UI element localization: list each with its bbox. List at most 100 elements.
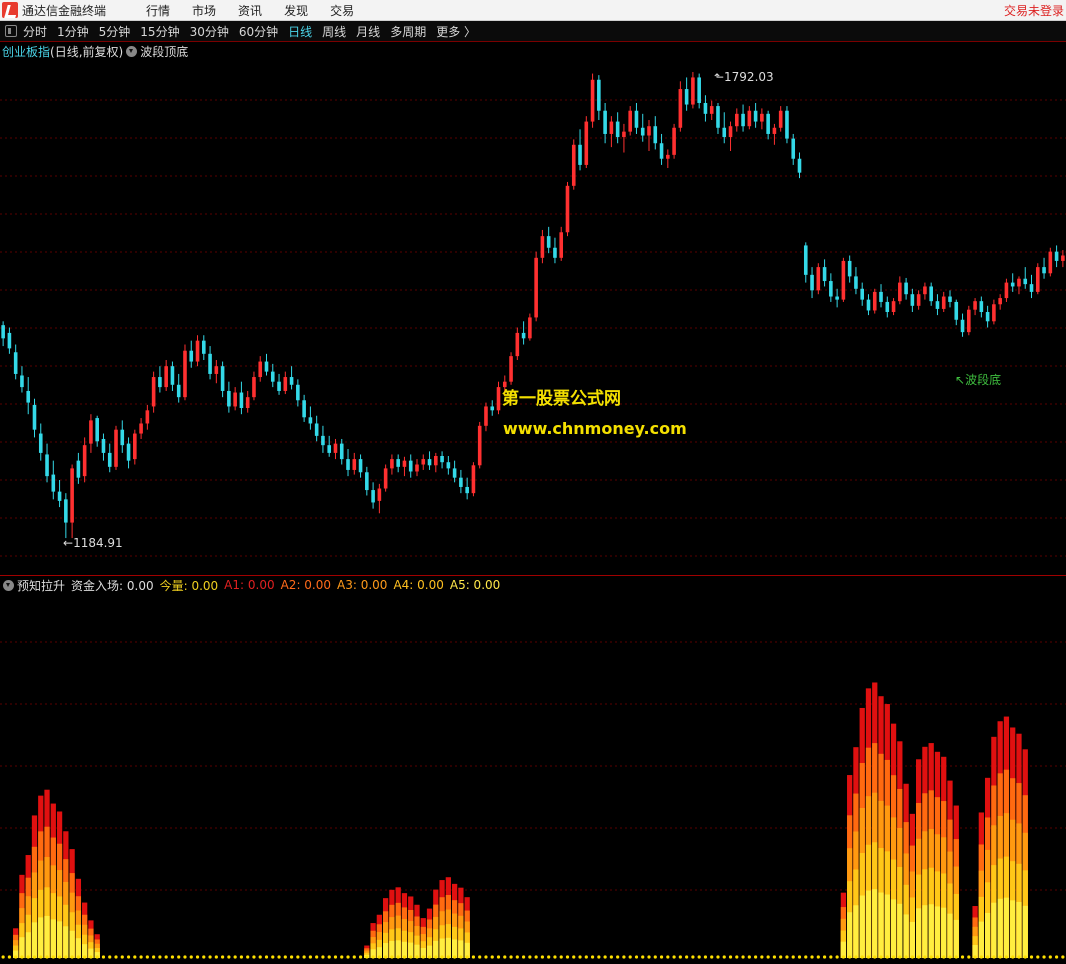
baseline-dot (992, 955, 996, 959)
candle (948, 290, 952, 308)
baseline-dot (39, 955, 43, 959)
volume-column (233, 955, 237, 959)
candle-body (189, 350, 194, 362)
volume-column (420, 918, 426, 959)
volume-column (408, 896, 414, 959)
baseline-dot (766, 955, 770, 959)
menu-discover[interactable]: 发现 (284, 2, 308, 19)
volume-segment (75, 938, 82, 958)
candle-body (201, 340, 206, 354)
sub-indicator-dropdown-icon[interactable] (3, 579, 14, 591)
candle-body (741, 113, 745, 127)
menu-quotes[interactable]: 行情 (146, 2, 170, 19)
baseline-dot (195, 955, 200, 959)
volume-segment (941, 907, 947, 958)
candle-body (847, 260, 852, 277)
candle-body (622, 131, 626, 138)
panel-toggle-icon[interactable] (5, 25, 17, 37)
baseline-dot (923, 955, 927, 959)
period-60min[interactable]: 60分钟 (239, 23, 278, 40)
sub-indicator-canvas[interactable] (0, 576, 1066, 964)
sub-indicator-chart[interactable]: 预知拉升 资金入场: 0.00 今量: 0.00 A1: 0.00 A2: 0.00 A… (0, 576, 1066, 964)
candle (1042, 257, 1046, 279)
volume-column (1048, 955, 1052, 959)
volume-segment (878, 892, 884, 958)
candle-body (365, 472, 369, 491)
candle-body (521, 332, 526, 339)
volume-column (978, 812, 984, 959)
volume-column (376, 914, 383, 959)
sub-field-0: 资金入场: 0.00 (71, 578, 154, 593)
baseline-dot (83, 955, 87, 959)
main-chart-legend: 创业板指 (日线,前复权) 波段顶底 (0, 42, 188, 60)
candle (810, 267, 814, 299)
baseline-dot (277, 955, 281, 959)
candle (603, 102, 607, 144)
main-kline-chart[interactable]: 创业板指 (日线,前复权) 波段顶底 ⬑1792.03 ←1184.91 ↖波段… (0, 42, 1066, 576)
index-title[interactable]: 创业板指 (2, 43, 50, 60)
period-daily[interactable]: 日线 (288, 23, 312, 40)
volume-column (321, 955, 325, 959)
candle (553, 237, 557, 264)
period-monthly[interactable]: 月线 (356, 23, 380, 40)
period-15min[interactable]: 15分钟 (140, 23, 179, 40)
volume-segment (1016, 901, 1022, 958)
candle (684, 77, 689, 111)
candle-body (941, 296, 946, 309)
candle (459, 469, 463, 494)
candle-body (377, 488, 382, 501)
volume-column (997, 721, 1003, 959)
volume-column (7, 955, 12, 959)
indicator-dropdown-icon[interactable] (126, 45, 138, 57)
candle-body (446, 462, 451, 469)
volume-column (559, 955, 563, 959)
baseline-dot (879, 955, 883, 959)
baseline-dot (496, 955, 501, 959)
volume-column (358, 955, 363, 959)
period-1min[interactable]: 1分钟 (57, 23, 89, 40)
volume-column (1036, 955, 1040, 959)
candle (929, 282, 933, 306)
baseline-dot (866, 955, 871, 959)
main-indicator-name[interactable]: 波段顶底 (140, 43, 188, 60)
period-tick[interactable]: 分时 (23, 23, 47, 40)
candle (13, 344, 18, 380)
baseline-dot (616, 955, 620, 959)
period-more[interactable]: 更多 〉 (436, 23, 476, 40)
candle (521, 321, 526, 345)
volume-column (953, 805, 959, 959)
candle (910, 288, 915, 313)
candle (703, 95, 708, 122)
app-logo-icon (2, 2, 18, 18)
period-5min[interactable]: 5分钟 (99, 23, 131, 40)
volume-column (277, 955, 281, 959)
period-multi[interactable]: 多周期 (390, 23, 426, 40)
volume-column (1022, 749, 1028, 959)
candle-body (208, 353, 212, 374)
candle-body (898, 282, 902, 302)
candle (709, 100, 714, 121)
candle-body (239, 392, 244, 409)
candle-body (1035, 267, 1040, 292)
volume-column (922, 746, 928, 959)
candle (427, 451, 432, 470)
menu-market[interactable]: 市场 (192, 2, 216, 19)
baseline-dot (7, 955, 12, 959)
candle-body (672, 127, 676, 155)
menu-news[interactable]: 资讯 (238, 2, 262, 19)
baseline-dot (534, 955, 538, 959)
kline-canvas[interactable] (0, 42, 1066, 576)
candle-body (45, 454, 49, 477)
candle (164, 360, 168, 391)
volume-column (333, 955, 338, 959)
sub-indicator-name[interactable]: 预知拉升 (17, 577, 65, 594)
baseline-dot (64, 955, 68, 959)
candle-body (1048, 251, 1053, 274)
menu-trade[interactable]: 交易 (330, 2, 354, 19)
volume-segment (884, 894, 890, 958)
trade-login-status[interactable]: 交易未登录 (1004, 2, 1064, 19)
candle-body (296, 384, 300, 401)
period-30min[interactable]: 30分钟 (190, 23, 229, 40)
volume-column (572, 955, 576, 959)
period-weekly[interactable]: 周线 (322, 23, 346, 40)
